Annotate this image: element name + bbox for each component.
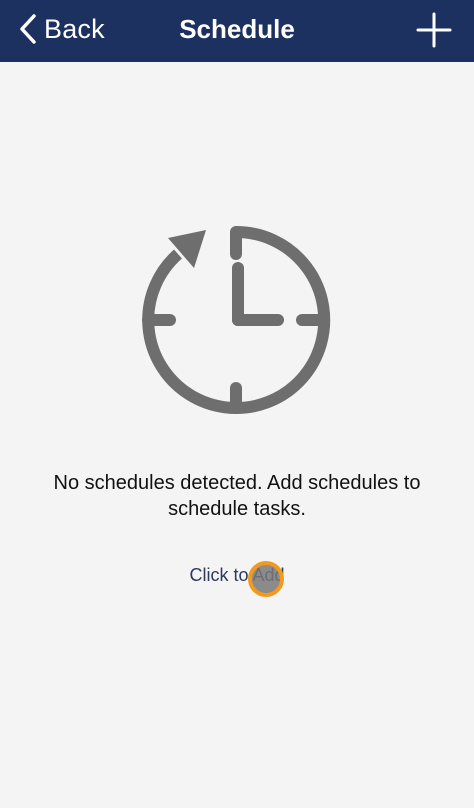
empty-state-message: No schedules detected. Add schedules to …: [53, 472, 421, 520]
chevron-left-icon: [20, 14, 36, 44]
plus-icon: [416, 12, 452, 48]
back-label: Back: [44, 13, 105, 44]
click-to-add-link[interactable]: Click to Add: [0, 565, 474, 586]
add-schedule-button[interactable]: [416, 12, 452, 48]
touch-indicator: [248, 561, 284, 597]
clock-refresh-icon: [142, 226, 331, 414]
back-button[interactable]: Back: [18, 0, 105, 58]
empty-state: No schedules detected. Add schedules to …: [0, 62, 474, 808]
navigation-bar: Back Schedule: [0, 0, 474, 62]
